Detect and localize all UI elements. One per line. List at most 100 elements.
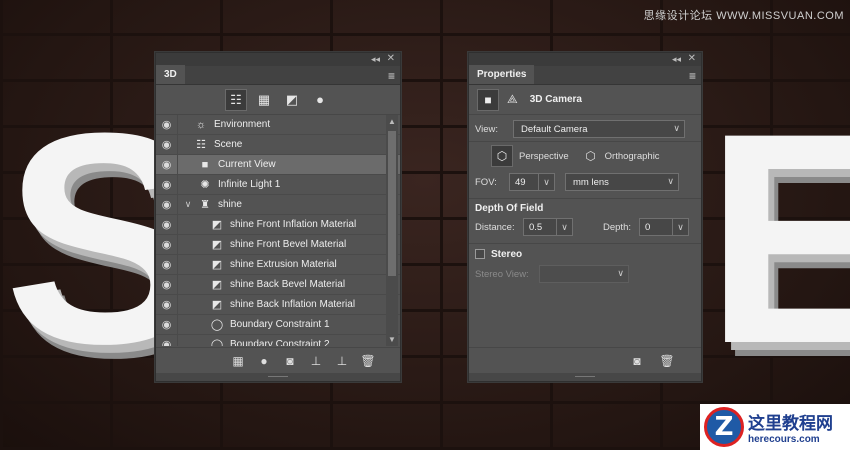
visibility-eye-icon[interactable]: ◉ xyxy=(156,274,178,295)
panel-3d-tabbar: 3D ≡ xyxy=(156,65,400,85)
delete-icon[interactable]: 🗑 xyxy=(360,354,376,368)
scene-tree-scrollbar[interactable]: ▲ ▼ xyxy=(386,115,398,346)
resize-grip[interactable] xyxy=(469,373,701,381)
watermark-text: 思缘设计论坛 WWW.MISSVUAN.COM xyxy=(643,10,844,22)
tree-row-label: shine Front Bevel Material xyxy=(230,239,347,250)
visibility-eye-icon[interactable]: ◉ xyxy=(156,254,178,275)
delete-icon[interactable]: 🗑 xyxy=(659,354,675,368)
new-mesh-icon[interactable]: ▦ xyxy=(230,354,246,368)
light-icon: ✺ xyxy=(200,179,210,191)
perspective-button[interactable]: ⬡ xyxy=(491,145,513,167)
tree-row-label: Environment xyxy=(214,119,271,130)
tab-properties[interactable]: Properties xyxy=(469,65,535,84)
visibility-eye-icon[interactable]: ◉ xyxy=(156,174,178,195)
tree-row[interactable]: ◉ ☷ Scene xyxy=(156,134,400,155)
visibility-eye-icon[interactable]: ◉ xyxy=(156,314,178,335)
canvas-letter-e: E xyxy=(705,88,850,388)
lens-unit-select[interactable]: mm lens ∨ xyxy=(565,173,679,191)
tree-row-label: Boundary Constraint 1 xyxy=(230,319,330,330)
visibility-eye-icon[interactable]: ◉ xyxy=(156,194,178,215)
material-filter-icon[interactable]: ◩ xyxy=(281,89,303,111)
panel-3d-topbar: ◂◂ ✕ xyxy=(156,53,400,66)
visibility-eye-icon[interactable]: ◉ xyxy=(156,294,178,315)
scroll-up-icon[interactable]: ▲ xyxy=(388,117,396,126)
tree-row[interactable]: ◉ ✺ Infinite Light 1 xyxy=(156,174,400,195)
projection-row: ⬡ Perspective ⬡ Orthographic xyxy=(469,142,701,170)
resize-grip[interactable] xyxy=(156,373,400,381)
mesh-filter-icon[interactable]: ▦ xyxy=(253,89,275,111)
tree-row[interactable]: ◉ ◩ shine Extrusion Material xyxy=(156,254,400,275)
collapse-icon[interactable]: ◂◂ xyxy=(371,54,380,65)
close-icon[interactable]: ✕ xyxy=(688,53,696,64)
render-icon[interactable]: ◙ xyxy=(282,354,298,368)
mesh-icon: ♜ xyxy=(200,199,210,211)
panel-3d: ◂◂ ✕ 3D ≡ ☷ ▦ ◩ ● ◉ ☼ Environment ◉ ☷ Scene ◉ ■ Cur… xyxy=(155,52,401,382)
visibility-eye-icon[interactable]: ◉ xyxy=(156,214,178,235)
tab-3d[interactable]: 3D xyxy=(156,65,185,84)
view-label: View: xyxy=(475,123,499,135)
visibility-eye-icon[interactable]: ◉ xyxy=(156,115,178,135)
tree-row[interactable]: ◉ ◩ shine Back Bevel Material xyxy=(156,274,400,295)
stereo-checkbox[interactable] xyxy=(475,249,485,259)
distance-input[interactable]: 0.5 xyxy=(523,218,557,236)
visibility-eye-icon[interactable]: ◉ xyxy=(156,154,178,175)
scrollbar-thumb[interactable] xyxy=(388,131,396,276)
distance-dropdown[interactable]: ∨ xyxy=(557,218,573,236)
tree-row[interactable]: ◉ ◩ shine Front Bevel Material xyxy=(156,234,400,255)
tree-row[interactable]: ◉ ◩ shine Front Inflation Material xyxy=(156,214,400,235)
drop-to-plane-icon[interactable]: ⊥ xyxy=(308,354,324,368)
collapse-icon[interactable]: ◂◂ xyxy=(672,54,681,65)
tree-row-label: Current View xyxy=(218,159,276,170)
lens-value: mm lens xyxy=(573,176,609,188)
scene-icon: ☷ xyxy=(196,139,206,151)
panel-3d-bottom-toolbar: ▦ ● ◙ ⊥ ⊥ 🗑 xyxy=(156,347,400,373)
tree-row[interactable]: ◉ ☼ Environment xyxy=(156,115,400,135)
tree-row-label: Scene xyxy=(214,139,243,150)
chevron-down-icon: ∨ xyxy=(561,221,568,232)
material-icon: ◩ xyxy=(211,239,223,251)
fov-row: FOV: 49 ∨ mm lens ∨ xyxy=(469,170,701,194)
depth-dropdown[interactable]: ∨ xyxy=(673,218,689,236)
chevron-down-icon: ∨ xyxy=(667,176,674,186)
new-constraint-icon[interactable]: ⊥ xyxy=(334,354,350,368)
logo-text-cn: 这里教程网 xyxy=(748,414,833,434)
tree-row[interactable]: ◉ ◩ shine Back Inflation Material xyxy=(156,294,400,315)
stereo-label[interactable]: Stereo xyxy=(491,249,522,260)
tree-row[interactable]: ◉ ◯ Boundary Constraint 1 xyxy=(156,314,400,335)
panel-menu-icon[interactable]: ≡ xyxy=(388,69,395,83)
visibility-eye-icon[interactable]: ◉ xyxy=(156,134,178,155)
new-light-icon[interactable]: ● xyxy=(256,354,272,368)
close-icon[interactable]: ✕ xyxy=(387,53,395,64)
tree-row[interactable]: ◉ ∨ ♜ shine xyxy=(156,194,400,215)
visibility-eye-icon[interactable]: ◉ xyxy=(156,334,178,346)
orthographic-label[interactable]: Orthographic xyxy=(605,151,660,162)
scene-tree: ◉ ☼ Environment ◉ ☷ Scene ◉ ■ Current View ◉ ✺ Infi… xyxy=(156,115,400,346)
scroll-down-icon[interactable]: ▼ xyxy=(388,335,396,344)
tree-row[interactable]: ◉ ■ Current View xyxy=(156,154,400,175)
scene-filter-icon[interactable]: ☷ xyxy=(225,88,247,111)
panel-menu-icon[interactable]: ≡ xyxy=(689,69,696,83)
material-icon: ◩ xyxy=(211,279,223,291)
dof-row: Distance: 0.5 ∨ Depth: 0 ∨ xyxy=(469,217,701,237)
camera-icon: ■ xyxy=(201,158,209,171)
watermark-logo: Z 这里教程网 herecours.com xyxy=(700,404,850,450)
properties-header: ■ ⟁ 3D Camera xyxy=(469,85,701,115)
tree-row-label: Infinite Light 1 xyxy=(218,179,281,190)
camera-icon[interactable]: ■ xyxy=(477,88,499,111)
fov-input[interactable]: 49 xyxy=(509,173,539,191)
fov-dropdown[interactable]: ∨ xyxy=(539,173,555,191)
view-select[interactable]: Default Camera ∨ xyxy=(513,120,685,138)
chevron-down-icon: ∨ xyxy=(617,268,624,278)
tree-row[interactable]: ◉ ◯ Boundary Constraint 2 xyxy=(156,334,400,346)
render-icon[interactable]: ◙ xyxy=(629,354,645,368)
properties-bottom-toolbar: ◙ 🗑 xyxy=(469,347,701,373)
stereo-row: Stereo xyxy=(469,244,701,264)
visibility-eye-icon[interactable]: ◉ xyxy=(156,234,178,255)
depth-input[interactable]: 0 xyxy=(639,218,673,236)
stereo-view-select[interactable]: ∨ xyxy=(539,265,629,283)
orthographic-icon[interactable]: ⬡ xyxy=(583,149,599,163)
chevron-down-icon[interactable]: ∨ xyxy=(180,199,196,210)
coordinates-icon[interactable]: ⟁ xyxy=(507,92,518,107)
light-filter-icon[interactable]: ● xyxy=(309,89,331,111)
tree-row-label: shine xyxy=(218,199,242,210)
